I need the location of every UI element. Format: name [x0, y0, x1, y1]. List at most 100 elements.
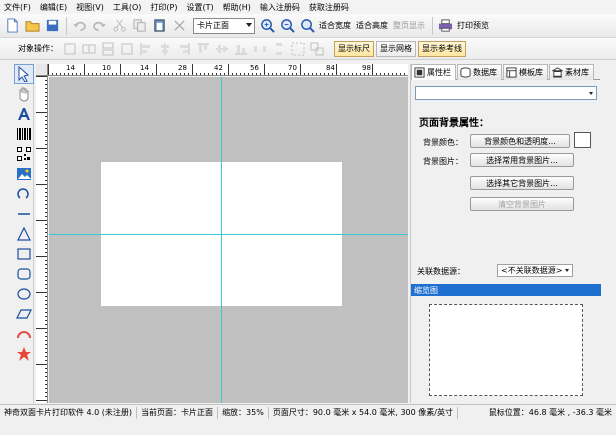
align-top-icon[interactable] [195, 41, 211, 57]
distribute-v-icon[interactable] [271, 41, 287, 57]
ruler-label: 10 [102, 64, 111, 72]
chevron-down-icon [565, 269, 569, 272]
bg-image-label: 背景图片： [423, 157, 463, 166]
database-icon [460, 67, 471, 78]
hand-icon[interactable] [14, 84, 34, 104]
status-mouse-pos: 鼠标位置：46.8 毫米 , -36.3 毫米 [488, 408, 612, 417]
chevron-down-icon [589, 92, 593, 95]
horizontal-guide-line[interactable] [49, 234, 408, 235]
ungroup-icon[interactable] [309, 41, 325, 57]
tab-database[interactable]: 数据库 [457, 64, 502, 80]
menu-tools[interactable]: 工具(O) [113, 2, 142, 13]
tab-templates[interactable]: 模板库 [503, 64, 548, 80]
tab-properties[interactable]: 属性栏 [411, 64, 456, 80]
paste-icon[interactable] [150, 17, 168, 35]
clear-image-button[interactable]: 清空背景图片 [470, 197, 574, 211]
ruler-label: 28 [178, 64, 187, 72]
section-title: 页面背景属性： [419, 118, 489, 129]
align-right-icon[interactable] [176, 41, 192, 57]
bg-color-button[interactable]: 背景颜色和透明度... [470, 134, 570, 148]
fit-width-button[interactable]: 适合宽度 [319, 20, 351, 31]
object-select[interactable] [415, 86, 597, 100]
barcode-icon[interactable] [14, 124, 34, 144]
zoom-out-icon[interactable] [278, 17, 296, 35]
show-grid-toggle[interactable]: 显示网格 [376, 40, 416, 57]
ellipse-icon[interactable] [14, 284, 34, 304]
status-current-page: 当前页面：卡片正面 [137, 406, 219, 419]
panel-tabs: 属性栏 数据库 模板库 素材库 [411, 64, 600, 80]
horizontal-ruler: 14 10 14 28 42 56 70 84 98 [48, 64, 408, 76]
align-center-icon[interactable] [157, 41, 173, 57]
menu-edit[interactable]: 编辑(E) [40, 2, 67, 13]
align-icon-4[interactable] [119, 41, 135, 57]
save-icon[interactable] [43, 17, 61, 35]
undo-icon[interactable] [70, 17, 88, 35]
align-icon-1[interactable] [62, 41, 78, 57]
ruler-label: 98 [362, 64, 371, 72]
menu-print[interactable]: 打印(P) [150, 2, 177, 13]
thumbnail-header: 缩览图 [411, 284, 601, 296]
select-arrow-icon[interactable] [14, 64, 34, 84]
status-app: 神奇双面卡片打印软件 4.0 (未注册) [0, 406, 138, 419]
menu-help[interactable]: 帮助(H) [223, 2, 251, 13]
scissors-icon[interactable] [170, 17, 188, 35]
distribute-h-icon[interactable] [252, 41, 268, 57]
print-preview-button[interactable]: 打印预览 [457, 20, 489, 31]
object-toolbar: 对象操作： 显示标尺 显示网格 显示参考线 [0, 38, 616, 60]
cut-icon[interactable] [110, 17, 128, 35]
new-file-icon[interactable] [3, 17, 21, 35]
template-icon [506, 67, 517, 78]
rounded-rect-icon[interactable] [14, 264, 34, 284]
group-icon[interactable] [290, 41, 306, 57]
choose-other-image-button[interactable]: 选择其它背景图片... [470, 176, 574, 190]
menu-settings[interactable]: 设置(T) [186, 2, 213, 13]
tab-assets[interactable]: 素材库 [549, 64, 594, 80]
align-middle-icon[interactable] [214, 41, 230, 57]
align-icon-2[interactable] [81, 41, 97, 57]
redo-icon[interactable] [90, 17, 108, 35]
arc-icon[interactable] [14, 184, 34, 204]
object-ops-label: 对象操作： [18, 44, 58, 53]
ruler-corner [36, 64, 48, 76]
parallelogram-icon[interactable] [14, 304, 34, 324]
vertical-ruler-ticks [36, 76, 47, 401]
thumbnail-area [411, 296, 601, 403]
align-bottom-icon[interactable] [233, 41, 249, 57]
thumbnail-preview[interactable] [429, 304, 583, 396]
chevron-down-icon [246, 22, 252, 27]
show-ruler-toggle[interactable]: 显示标尺 [334, 40, 374, 57]
open-folder-icon[interactable] [23, 17, 41, 35]
star-icon[interactable] [14, 344, 34, 364]
align-icon-3[interactable] [100, 41, 116, 57]
choose-common-image-button[interactable]: 选择常用背景图片... [470, 153, 574, 167]
design-canvas[interactable] [49, 77, 408, 403]
menu-file[interactable]: 文件(F) [4, 2, 31, 13]
rectangle-icon[interactable] [14, 244, 34, 264]
vertical-guide-line[interactable] [221, 77, 222, 403]
fit-height-button[interactable]: 适合高度 [356, 20, 388, 31]
main-toolbar: 卡片正面 适合宽度 适合高度 整页显示 打印预览 [0, 14, 616, 38]
arc-text-icon[interactable] [14, 324, 34, 344]
image-icon[interactable] [14, 164, 34, 184]
qrcode-icon[interactable] [14, 144, 34, 164]
zoom-in-icon[interactable] [258, 17, 276, 35]
printer-icon[interactable] [436, 17, 454, 35]
assoc-datasource-select[interactable]: <不关联数据源> [497, 264, 573, 277]
status-page-size: 页面尺寸：90.0 毫米 x 54.0 毫米, 300 像素/英寸 [269, 406, 458, 419]
bg-color-label: 背景颜色： [423, 138, 463, 147]
ruler-label: 14 [66, 64, 75, 72]
show-guides-toggle[interactable]: 显示参考线 [418, 40, 466, 57]
page-select[interactable]: 卡片正面 [193, 17, 255, 34]
full-page-button[interactable]: 整页显示 [393, 20, 425, 31]
menu-get-code[interactable]: 获取注册码 [309, 2, 349, 13]
bg-color-swatch[interactable] [574, 132, 591, 148]
zoom-fit-icon[interactable] [298, 17, 316, 35]
line-icon[interactable] [14, 204, 34, 224]
copy-icon[interactable] [130, 17, 148, 35]
library-icon [552, 67, 563, 78]
menu-enter-code[interactable]: 输入注册码 [260, 2, 300, 13]
triangle-icon[interactable] [14, 224, 34, 244]
align-left-icon[interactable] [138, 41, 154, 57]
text-icon[interactable] [14, 104, 34, 124]
menu-view[interactable]: 视图(V) [76, 2, 104, 13]
